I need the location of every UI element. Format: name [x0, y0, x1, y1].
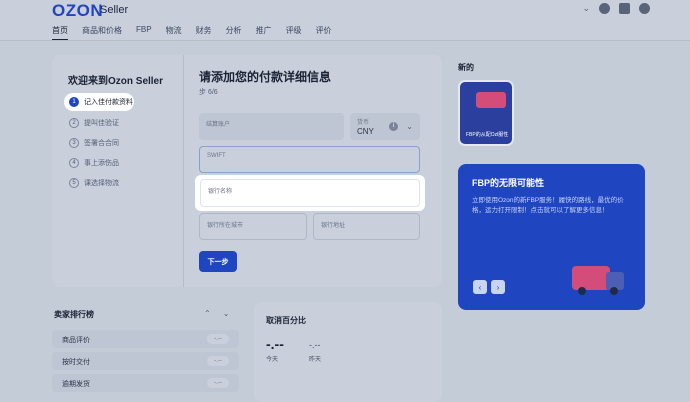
today-label: 今天 — [266, 357, 279, 363]
step-number: 2 — [69, 118, 79, 128]
step-number: 5 — [69, 178, 79, 188]
step-number: 3 — [69, 138, 79, 148]
tile-caption: FBP的从配Ozl服性 — [466, 131, 509, 138]
cancel-yesterday-value: -.-- — [309, 340, 321, 350]
form-step-counter: 步 6/6 — [199, 89, 218, 96]
highlight-spotlight: 银行名称 — [195, 175, 425, 211]
top-header: OZON Seller ⌄ 首页 商品和价格 FBP 物流 财务 分析 推广 评… — [0, 0, 690, 41]
step-item-1[interactable]: 1 记入佳付款资料 — [64, 93, 134, 111]
rankings-controls: ⌃ ⌄ — [204, 309, 229, 318]
card-divider — [183, 55, 184, 287]
chevron-up-icon[interactable]: ⌃ — [204, 309, 211, 318]
chevron-left-icon[interactable]: ‹ — [473, 280, 487, 294]
main-nav: 首页 商品和价格 FBP 物流 财务 分析 推广 评级 评价 — [52, 25, 332, 41]
step-item-4[interactable]: 4 事上添伤品 — [64, 153, 134, 173]
step-number: 4 — [69, 158, 79, 168]
step-number: 1 — [69, 97, 79, 107]
step-list: 1 记入佳付款资料 2 提叫佳验证 3 签署合合同 4 事上添伤品 5 课选择物… — [64, 93, 134, 193]
promo-body: 立即使用Ozon的新FBP服务！履快的路线，最优的价格，运力打开限制！点击就可以… — [472, 197, 624, 215]
nav-products[interactable]: 商品和价格 — [82, 25, 122, 41]
van-illustration — [476, 92, 506, 108]
user-icon[interactable] — [599, 3, 610, 14]
swift-input[interactable]: SWIFT — [199, 146, 420, 173]
nav-reviews[interactable]: 评价 — [316, 25, 332, 41]
cancel-percentage-card: 取消百分比 -.-- -.-- 今天 昨天 — [254, 302, 442, 402]
swift-label: SWIFT — [207, 153, 226, 159]
bank-name-input[interactable]: 银行名称 — [200, 179, 420, 207]
next-button[interactable]: 下一步 — [199, 251, 237, 272]
step-label: 签署合合同 — [84, 140, 119, 147]
account-field[interactable]: 结算账户 — [199, 113, 344, 140]
header-divider — [0, 40, 690, 41]
account-label: 结算账户 — [206, 122, 231, 128]
ranking-label: 商品评价 — [62, 337, 90, 344]
ranking-value: -.-- — [207, 356, 229, 366]
promo-title: FBP的无限可能性 — [472, 178, 545, 188]
chevron-down-icon[interactable]: ⌄ — [582, 3, 590, 14]
ozon-logo[interactable]: OZON — [52, 1, 103, 21]
van-wheel — [578, 287, 586, 295]
bank-city-label: 银行所在城市 — [207, 223, 244, 229]
bank-name-label: 银行名称 — [208, 189, 233, 195]
nav-fbp[interactable]: FBP — [136, 25, 152, 41]
cancel-title: 取消百分比 — [266, 316, 306, 325]
van-wheel — [610, 287, 618, 295]
onboarding-card: 欢迎来到Ozon Seller 1 记入佳付款资料 2 提叫佳验证 3 签署合合… — [52, 55, 442, 287]
ranking-row[interactable]: 按时交付 -.-- — [52, 352, 239, 370]
nav-promotion[interactable]: 推广 — [256, 25, 272, 41]
currency-select[interactable]: 货币 CNY i ⌄ — [350, 113, 420, 140]
chat-icon[interactable] — [619, 3, 630, 14]
seller-rankings: 卖家排行榜 ⌃ ⌄ 商品评价 -.-- 按时交付 -.-- 逾期发货 -.-- — [52, 305, 242, 402]
van-body — [572, 266, 610, 290]
info-icon[interactable]: i — [389, 122, 398, 131]
welcome-title: 欢迎来到Ozon Seller — [68, 76, 164, 87]
ranking-row[interactable]: 逾期发货 -.-- — [52, 374, 239, 392]
help-icon[interactable] — [639, 3, 650, 14]
fbp-promo-card[interactable]: FBP的无限可能性 立即使用Ozon的新FBP服务！履快的路线，最优的价格，运力… — [458, 164, 645, 310]
step-item-2[interactable]: 2 提叫佳验证 — [64, 113, 134, 133]
chevron-down-icon: ⌄ — [406, 122, 413, 131]
bank-city-input[interactable]: 银行所在城市 — [199, 213, 307, 240]
delivery-van-illustration — [572, 260, 626, 296]
nav-home[interactable]: 首页 — [52, 25, 68, 41]
step-item-3[interactable]: 3 签署合合同 — [64, 133, 134, 153]
carousel-controls: ‹ › — [473, 280, 505, 294]
cancel-today-value: -.-- — [266, 336, 284, 352]
step-label: 提叫佳验证 — [84, 120, 119, 127]
new-section-title: 新的 — [458, 63, 474, 72]
new-feature-tile[interactable]: FBP的从配Ozl服性 — [458, 80, 514, 146]
form-title: 请添加您的付款详细信息 — [199, 70, 332, 84]
rankings-title: 卖家排行榜 — [54, 310, 94, 319]
header-icons: ⌄ — [582, 3, 650, 14]
bank-address-label: 银行地址 — [321, 223, 346, 229]
step-label: 事上添伤品 — [84, 160, 119, 167]
chevron-down-icon[interactable]: ⌄ — [223, 309, 230, 318]
ranking-row[interactable]: 商品评价 -.-- — [52, 330, 239, 348]
ranking-value: -.-- — [207, 378, 229, 388]
step-label: 课选择物流 — [84, 180, 119, 187]
step-item-5[interactable]: 5 课选择物流 — [64, 173, 134, 193]
ranking-label: 按时交付 — [62, 359, 90, 366]
ranking-value: -.-- — [207, 334, 229, 344]
currency-value: CNY — [357, 127, 374, 136]
bank-address-input[interactable]: 银行地址 — [313, 213, 420, 240]
currency-label: 货币 — [357, 120, 370, 126]
nav-logistics[interactable]: 物流 — [166, 25, 182, 41]
ranking-label: 逾期发货 — [62, 381, 90, 388]
chevron-right-icon[interactable]: › — [491, 280, 505, 294]
nav-analytics[interactable]: 分析 — [226, 25, 242, 41]
step-label: 记入佳付款资料 — [84, 99, 133, 106]
nav-rating[interactable]: 评级 — [286, 25, 302, 41]
nav-finance[interactable]: 财务 — [196, 25, 212, 41]
logo-subtitle: Seller — [100, 4, 129, 16]
yesterday-label: 昨天 — [309, 357, 322, 363]
